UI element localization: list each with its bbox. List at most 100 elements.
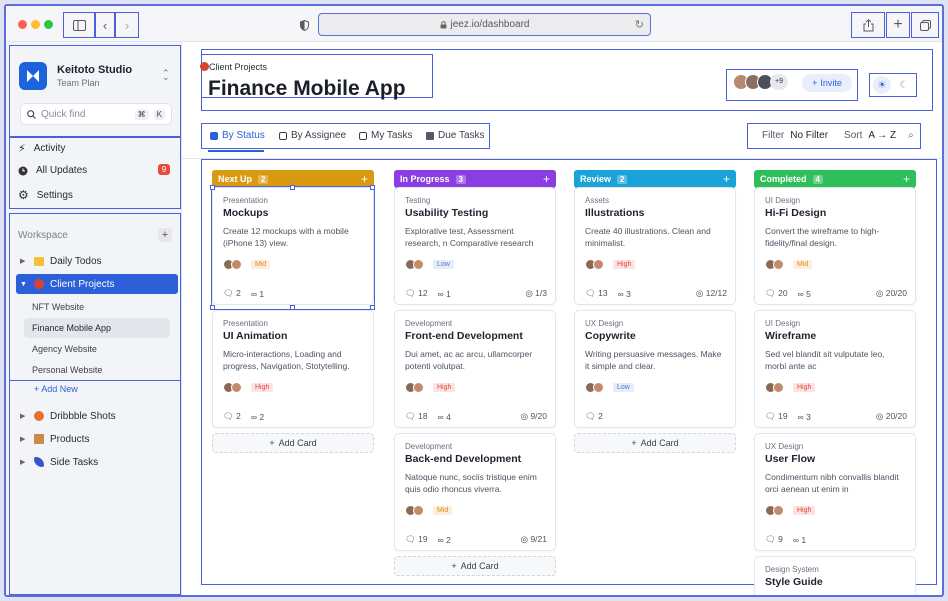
caret-right-icon: ▶ bbox=[20, 459, 26, 466]
sort-select[interactable]: A → Z bbox=[868, 130, 896, 141]
back-button[interactable]: ‹ bbox=[95, 12, 115, 38]
card-category: Assets bbox=[585, 196, 610, 205]
share-button[interactable] bbox=[851, 12, 885, 38]
breadcrumb-link[interactable]: Client Projects bbox=[209, 62, 267, 72]
card-category: Development bbox=[405, 319, 453, 328]
card-description: Micro-interactions, Loading and progress… bbox=[223, 349, 350, 371]
link-icon: ∞ bbox=[797, 411, 804, 422]
column-header[interactable]: Review 2 + bbox=[574, 170, 736, 188]
card-footer: 🗨︎ 18 ∞ 4 ◎ 9/20 bbox=[405, 411, 547, 422]
search-placeholder: Quick find bbox=[41, 108, 86, 120]
tab-by-status[interactable]: By Status bbox=[210, 130, 265, 141]
resize-handle[interactable] bbox=[290, 185, 295, 190]
sidebar: Keitoto Studio Team Plan ⌃ ⌄ Quick find ⌘… bbox=[6, 42, 182, 595]
tab-my-tasks[interactable]: My Tasks bbox=[359, 130, 413, 141]
sun-icon[interactable]: ☀ bbox=[873, 76, 891, 94]
minimize-window-button[interactable] bbox=[31, 20, 40, 29]
filter-select[interactable]: No Filter bbox=[790, 130, 828, 141]
resize-handle[interactable] bbox=[210, 185, 215, 190]
breadcrumb: Client Projects Finance Mobile App bbox=[200, 54, 433, 100]
workspace-name[interactable]: Keitoto Studio bbox=[57, 64, 132, 76]
column-count: 4 bbox=[812, 174, 823, 184]
task-card[interactable]: UI Design Wireframe Sed vel blandit sit v… bbox=[754, 310, 916, 428]
sidebar-item-daily-todos[interactable]: ▶ Daily Todos bbox=[16, 251, 178, 271]
sidebar-subitem-agency-website[interactable]: Agency Website bbox=[24, 339, 170, 359]
divider bbox=[182, 158, 942, 159]
bag-icon bbox=[200, 62, 209, 71]
comments-value: 2 bbox=[598, 411, 603, 421]
card-category: Design System bbox=[765, 565, 819, 574]
avatar bbox=[413, 505, 424, 516]
add-workspace-item-button[interactable]: + bbox=[158, 228, 172, 242]
logo-icon bbox=[27, 70, 39, 82]
comments-value: 9 bbox=[778, 534, 783, 544]
sidebar-toggle-button[interactable] bbox=[63, 12, 95, 38]
caret-right-icon: ▶ bbox=[20, 258, 26, 265]
sidebar-subitem-personal-website[interactable]: Personal Website bbox=[24, 360, 170, 380]
resize-handle[interactable] bbox=[290, 305, 295, 310]
tab-by-assignee[interactable]: By Assignee bbox=[279, 130, 346, 141]
task-card[interactable]: UX Design Copywrite Writing persuasive me… bbox=[574, 310, 736, 428]
comment-icon: 🗨︎ bbox=[765, 288, 776, 298]
sidebar-subitem-nft-website[interactable]: NFT Website bbox=[24, 297, 170, 317]
add-task-icon[interactable]: + bbox=[361, 172, 368, 186]
nav-item-all-updates[interactable]: All Updates bbox=[18, 165, 87, 176]
quick-find-search[interactable]: Quick find ⌘ K bbox=[20, 103, 172, 125]
board-icon bbox=[359, 131, 367, 140]
tab-overview-button[interactable] bbox=[911, 12, 939, 38]
search-icon[interactable]: ⌕ bbox=[908, 130, 914, 141]
task-card[interactable]: Development Front-end Development Dui ame… bbox=[394, 310, 556, 428]
sidebar-item-client-projects[interactable]: ▼ Client Projects bbox=[16, 274, 178, 294]
card-footer: 🗨︎ 2 ∞ 2 bbox=[223, 411, 365, 422]
add-card-button[interactable]: + Add Card bbox=[212, 433, 374, 453]
sidebar-subitem-finance-mobile-app[interactable]: Finance Mobile App bbox=[24, 318, 170, 338]
column-header[interactable]: In Progress 3 + bbox=[394, 170, 556, 188]
task-card[interactable]: Testing Usability Testing Explorative tes… bbox=[394, 187, 556, 305]
task-card[interactable]: UX Design User Flow Condimentum nibh conv… bbox=[754, 433, 916, 551]
new-tab-button[interactable]: + bbox=[886, 12, 910, 38]
task-card[interactable]: UI Design Hi-Fi Design Convert the wirefr… bbox=[754, 187, 916, 305]
avatar-group[interactable]: +9 bbox=[733, 74, 788, 90]
task-card[interactable]: Design System Style Guide bbox=[754, 556, 916, 595]
add-card-button[interactable]: + Add Card bbox=[394, 556, 556, 576]
links-value: 3 bbox=[626, 288, 631, 299]
tab-due-tasks[interactable]: Due Tasks bbox=[426, 130, 485, 141]
card-assignees: High bbox=[765, 382, 816, 393]
close-window-button[interactable] bbox=[18, 20, 27, 29]
task-card[interactable]: Assets Illustrations Create 40 illustrati… bbox=[574, 187, 736, 305]
invite-button[interactable]: + Invite bbox=[802, 74, 852, 92]
sidebar-item-side-tasks[interactable]: ▶ Side Tasks bbox=[16, 452, 178, 472]
theme-toggle[interactable]: ☀ ☾ bbox=[869, 73, 917, 97]
reload-icon[interactable]: ↻ bbox=[635, 18, 644, 31]
check-circle-icon: ◎ bbox=[520, 534, 529, 544]
sidebar-item-dribbble-shots[interactable]: ▶ Dribbble Shots bbox=[16, 406, 178, 426]
maximize-window-button[interactable] bbox=[44, 20, 53, 29]
add-task-icon[interactable]: + bbox=[903, 172, 910, 186]
privacy-shield-button[interactable] bbox=[296, 13, 312, 37]
task-card[interactable]: Presentation UI Animation Micro-interacti… bbox=[212, 310, 374, 428]
column-header[interactable]: Completed 4 + bbox=[754, 170, 916, 188]
tab-label: My Tasks bbox=[371, 130, 413, 141]
board-icon bbox=[210, 131, 218, 140]
card-title: User Flow bbox=[765, 453, 816, 465]
resize-handle[interactable] bbox=[370, 185, 375, 190]
add-task-icon[interactable]: + bbox=[723, 172, 730, 186]
card-description: Writing persuasive messages. Make it sim… bbox=[585, 349, 722, 371]
browser-window: ‹ › jeez.io/dashboard ↻ + Keitoto Studio… bbox=[4, 4, 944, 597]
add-new-button[interactable]: + Add New bbox=[34, 384, 78, 394]
sidebar-item-products[interactable]: ▶ Products bbox=[16, 429, 178, 449]
add-task-icon[interactable]: + bbox=[543, 172, 550, 186]
address-bar[interactable]: jeez.io/dashboard ↻ bbox=[318, 13, 651, 36]
column-title: Completed bbox=[760, 174, 807, 184]
chevron-updown-icon[interactable]: ⌃ ⌄ bbox=[162, 68, 170, 90]
add-card-button[interactable]: + Add Card bbox=[574, 433, 736, 453]
resize-handle[interactable] bbox=[210, 305, 215, 310]
comments-count: 🗨︎ 13 bbox=[585, 288, 608, 299]
nav-item-settings[interactable]: ⚙ Settings bbox=[18, 188, 73, 202]
task-card[interactable]: Development Back-end Development Natoque … bbox=[394, 433, 556, 551]
moon-icon[interactable]: ☾ bbox=[895, 76, 913, 94]
nav-item-activity[interactable]: ⚡︎ Activity bbox=[18, 142, 65, 155]
sidebar-item-label: Daily Todos bbox=[50, 255, 102, 267]
resize-handle[interactable] bbox=[370, 305, 375, 310]
forward-button[interactable]: › bbox=[115, 12, 139, 38]
